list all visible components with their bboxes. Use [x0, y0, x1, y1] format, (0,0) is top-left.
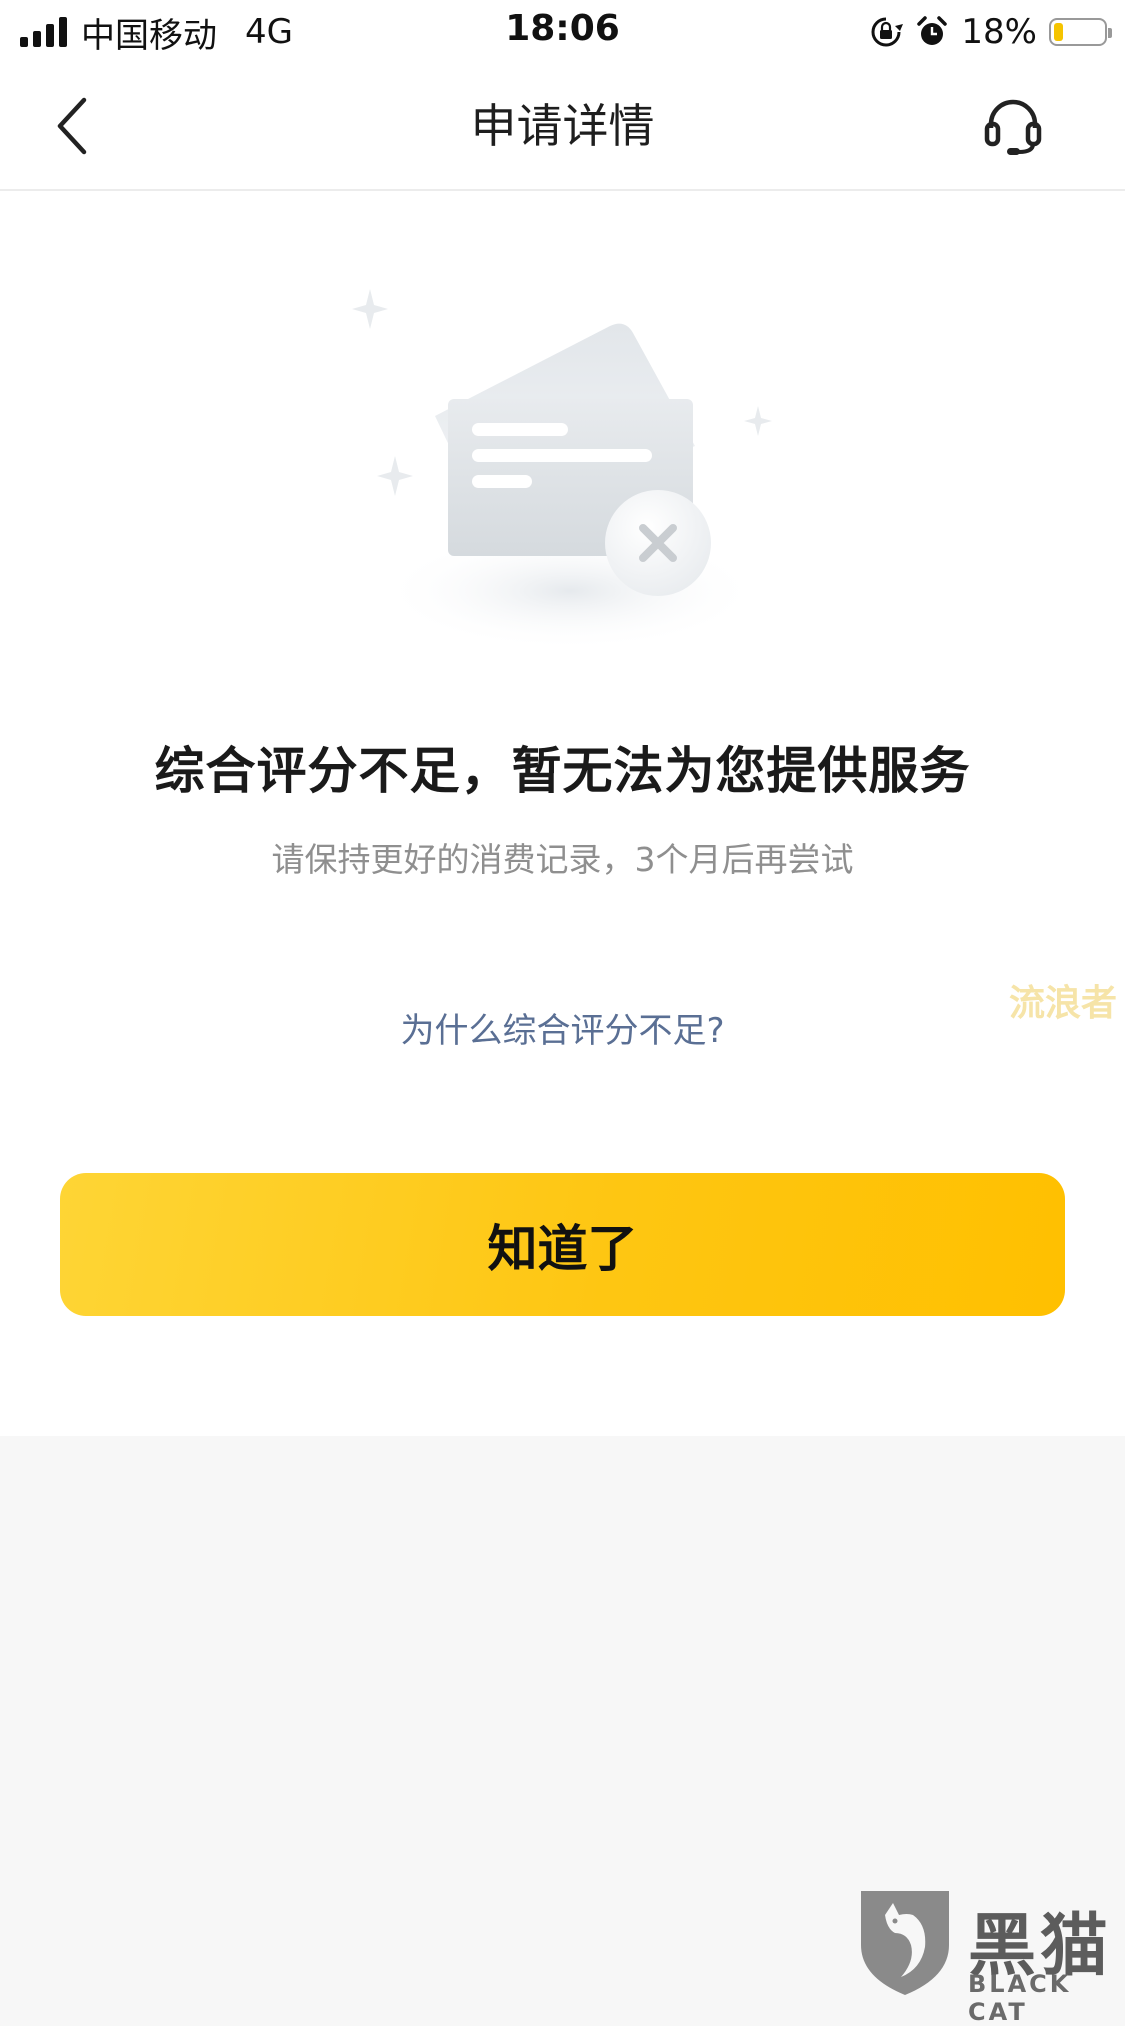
- rejected-card-icon: [352, 289, 772, 651]
- customer-service-button[interactable]: [981, 94, 1045, 158]
- result-subtitle: 请保持更好的消费记录，3个月后再尝试: [271, 840, 854, 879]
- rotation-lock-icon: [871, 17, 904, 47]
- result-title: 综合评分不足，暂无法为您提供服务: [154, 742, 971, 800]
- got-it-button[interactable]: 知道了: [60, 1173, 1065, 1316]
- black-cat-logo-icon: [861, 1891, 949, 1995]
- status-right: 18%: [869, 8, 1112, 56]
- page-title: 申请详情: [470, 99, 655, 153]
- result-panel: 综合评分不足，暂无法为您提供服务 请保持更好的消费记录，3个月后再尝试 流浪者 …: [0, 191, 1125, 1436]
- headset-icon: [984, 99, 1042, 155]
- battery-icon: [1049, 18, 1112, 46]
- status-bar: 中国移动 4G 18:06 18%: [0, 0, 1125, 64]
- black-cat-subtitle: BLACK CAT: [968, 1970, 1072, 2026]
- navigation-bar: 申请详情: [0, 64, 1125, 191]
- battery-percent: 18%: [961, 12, 1037, 52]
- alarm-icon: [917, 16, 948, 45]
- why-score-insufficient-link[interactable]: 为什么综合评分不足?: [0, 1003, 1125, 1052]
- battery-level: [1054, 23, 1063, 41]
